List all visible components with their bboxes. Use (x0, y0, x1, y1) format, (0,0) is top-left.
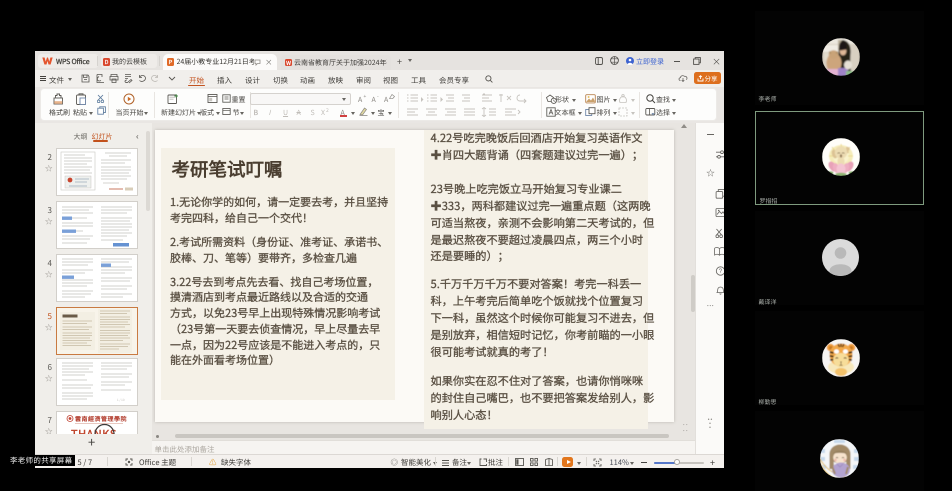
svg-text:1 / 10: 1 / 10 (117, 398, 125, 402)
svg-text:雲南經濟管理學院: 雲南經濟管理學院 (75, 414, 127, 423)
